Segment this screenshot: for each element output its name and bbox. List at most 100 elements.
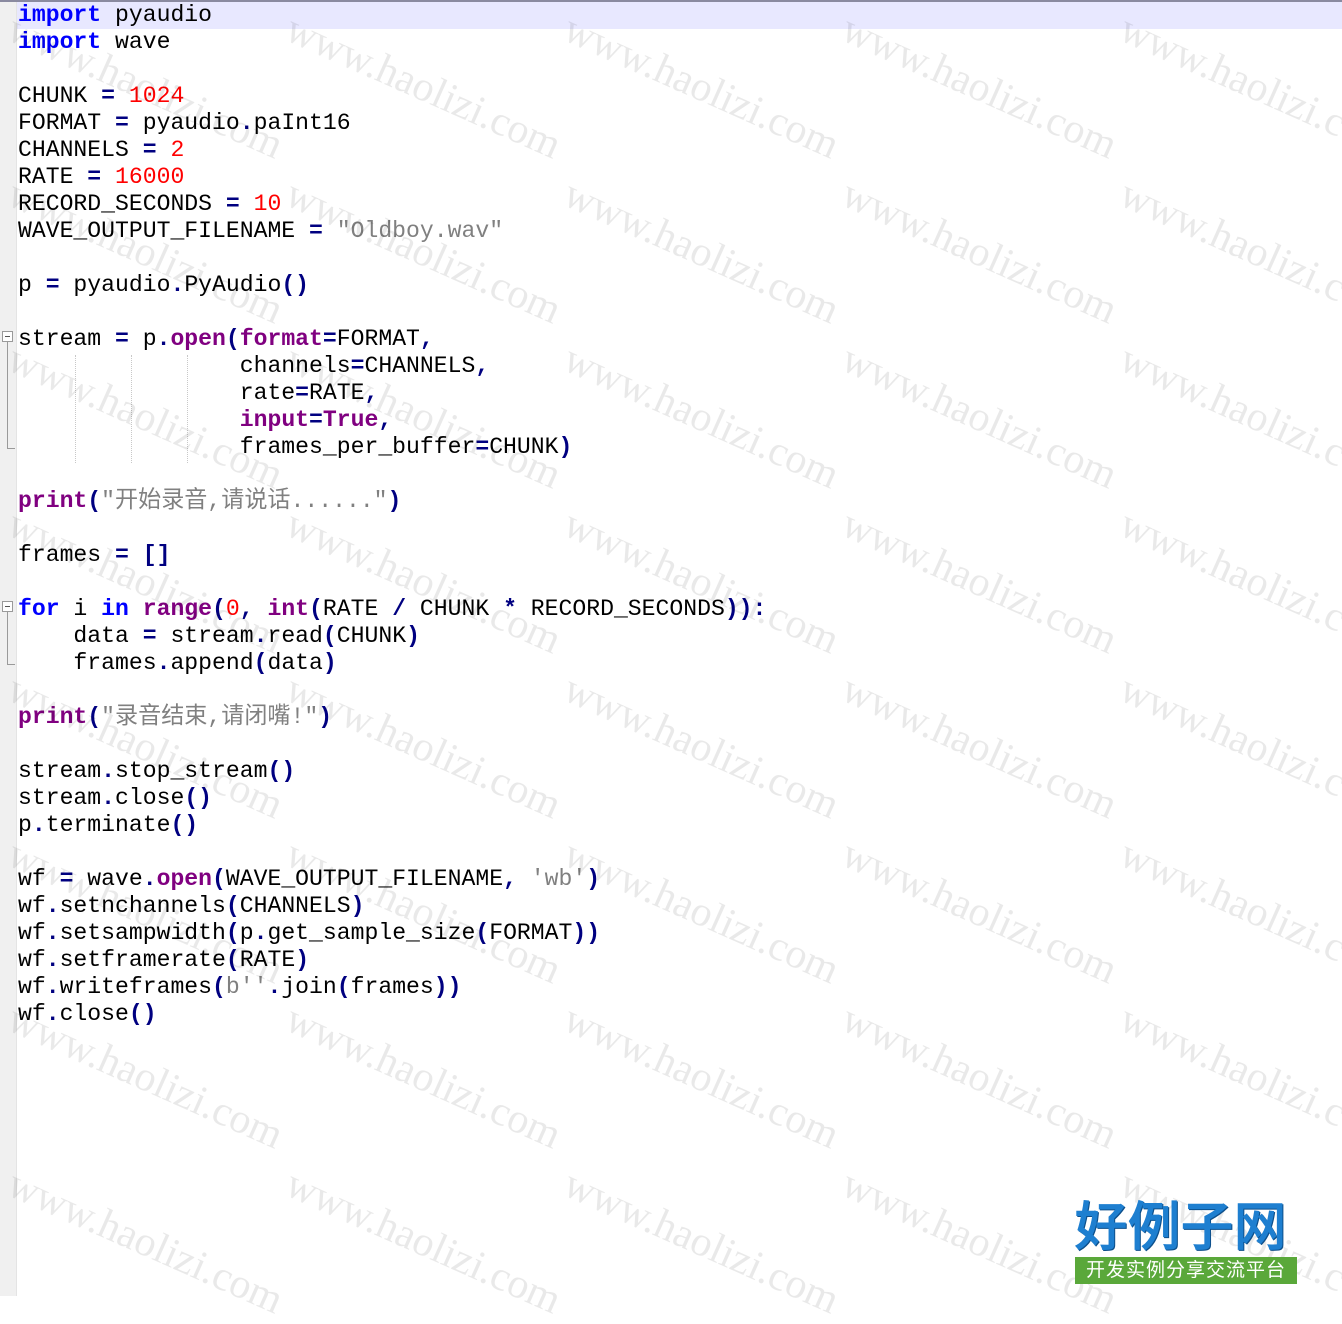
code-token: 1024: [128, 83, 185, 109]
code-token: /: [392, 596, 407, 622]
code-token: pyaudio: [59, 272, 171, 298]
code-line[interactable]: [18, 461, 766, 488]
code-token: open: [170, 326, 226, 352]
code-line[interactable]: wf.writeframes(b''.join(frames)): [18, 974, 766, 1001]
code-token: 0: [225, 596, 240, 622]
code-line[interactable]: CHUNK = 1024: [18, 83, 766, 110]
code-token: =: [350, 353, 365, 379]
code-token: (): [170, 812, 199, 838]
code-line[interactable]: [18, 245, 766, 272]
code-line[interactable]: import wave: [18, 29, 766, 56]
code-line[interactable]: [18, 515, 766, 542]
code-line[interactable]: RATE = 16000: [18, 164, 766, 191]
code-token: =: [115, 110, 129, 136]
code-token: CHANNELS: [18, 137, 143, 163]
code-line[interactable]: wf.setframerate(RATE): [18, 947, 766, 974]
code-token: wf: [18, 893, 46, 919]
code-token: (: [322, 623, 337, 649]
code-line[interactable]: wf = wave.open(WAVE_OUTPUT_FILENAME, 'wb…: [18, 866, 766, 893]
code-token: CHANNELS: [239, 893, 351, 919]
code-line[interactable]: p.terminate(): [18, 812, 766, 839]
code-line[interactable]: [18, 731, 766, 758]
code-line[interactable]: for i in range(0, int(RATE / CHUNK * REC…: [18, 596, 766, 623]
code-token: stream: [18, 326, 116, 352]
code-token: (: [225, 920, 240, 946]
code-token: =: [322, 326, 337, 352]
code-line[interactable]: stream.close(): [18, 785, 766, 812]
code-line[interactable]: frames_per_buffer=CHUNK): [18, 434, 766, 461]
code-line[interactable]: rate=RATE,: [18, 380, 766, 407]
code-token: rate: [18, 380, 296, 406]
code-token: pyaudio: [128, 110, 240, 136]
watermark-text: www.haolizi.com: [556, 1160, 846, 1324]
code-line[interactable]: p = pyaudio.PyAudio(): [18, 272, 766, 299]
code-token: ): [406, 623, 420, 649]
code-token: i: [59, 596, 102, 622]
code-token: .: [45, 893, 60, 919]
code-line[interactable]: wf.setsampwidth(p.get_sample_size(FORMAT…: [18, 920, 766, 947]
fold-end-marker: [7, 664, 15, 665]
code-token: ): [387, 488, 402, 514]
code-token: =: [475, 434, 490, 460]
code-token: CHANNELS: [364, 353, 476, 379]
code-text-area[interactable]: import pyaudio import wave CHUNK = 1024 FO…: [18, 2, 766, 1028]
code-token: print: [18, 488, 88, 514]
code-line[interactable]: [18, 299, 766, 326]
code-token: wave: [73, 866, 143, 892]
code-editor[interactable]: import pyaudio import wave CHUNK = 1024 FO…: [0, 0, 1342, 1323]
code-token: =: [115, 542, 129, 568]
code-line[interactable]: data = stream.read(CHUNK): [18, 623, 766, 650]
watermark-text: www.haolizi.com: [834, 335, 1124, 499]
fold-collapse-icon[interactable]: [2, 331, 13, 342]
code-token: .: [45, 974, 60, 1000]
code-token: frames: [18, 542, 116, 568]
code-line[interactable]: input=True,: [18, 407, 766, 434]
code-line[interactable]: stream.stop_stream(): [18, 758, 766, 785]
code-token: RATE: [18, 164, 88, 190]
code-line[interactable]: CHANNELS = 2: [18, 137, 766, 164]
code-token: p: [18, 812, 32, 838]
code-token: *: [503, 596, 517, 622]
code-line[interactable]: [18, 56, 766, 83]
code-token: join: [281, 974, 337, 1000]
watermark-text: www.haolizi.com: [1112, 830, 1342, 994]
watermark-text: www.haolizi.com: [834, 5, 1124, 169]
code-token: print: [18, 704, 88, 730]
code-token: =: [59, 866, 74, 892]
code-line[interactable]: print("开始录音,请说话......"): [18, 488, 766, 515]
code-token: (: [253, 650, 268, 676]
code-token: .: [267, 974, 282, 1000]
code-line[interactable]: frames.append(data): [18, 650, 766, 677]
code-line[interactable]: [18, 677, 766, 704]
code-token: read: [267, 623, 323, 649]
code-token: FORMAT: [489, 920, 573, 946]
code-token: =: [142, 623, 157, 649]
code-token: .: [142, 866, 157, 892]
code-token: range: [142, 596, 213, 622]
code-line[interactable]: [18, 839, 766, 866]
code-line[interactable]: frames = []: [18, 542, 766, 569]
code-token: RECORD_SECONDS: [516, 596, 725, 622]
code-token: .: [45, 1001, 60, 1027]
code-line[interactable]: wf.close(): [18, 1001, 766, 1028]
code-line[interactable]: RECORD_SECONDS = 10: [18, 191, 766, 218]
code-line[interactable]: import pyaudio: [18, 2, 766, 29]
code-token: =: [87, 164, 102, 190]
code-line[interactable]: [18, 569, 766, 596]
code-line[interactable]: wf.setnchannels(CHANNELS): [18, 893, 766, 920]
code-line[interactable]: channels=CHANNELS,: [18, 353, 766, 380]
fold-collapse-icon[interactable]: [2, 601, 13, 612]
code-token: wf: [18, 974, 46, 1000]
code-line[interactable]: stream = p.open(format=FORMAT,: [18, 326, 766, 353]
code-line[interactable]: FORMAT = pyaudio.paInt16: [18, 110, 766, 137]
code-token: =: [115, 326, 129, 352]
code-token: WAVE_OUTPUT_FILENAME: [18, 218, 310, 244]
code-token: (): [281, 272, 310, 298]
code-line[interactable]: print("录音结束,请闭嘴!"): [18, 704, 766, 731]
code-token: ,: [239, 596, 254, 622]
code-line[interactable]: WAVE_OUTPUT_FILENAME = "Oldboy.wav": [18, 218, 766, 245]
site-logo: 好例子网 开发实例分享交流平台: [1075, 1200, 1297, 1284]
code-token: =: [309, 218, 323, 244]
